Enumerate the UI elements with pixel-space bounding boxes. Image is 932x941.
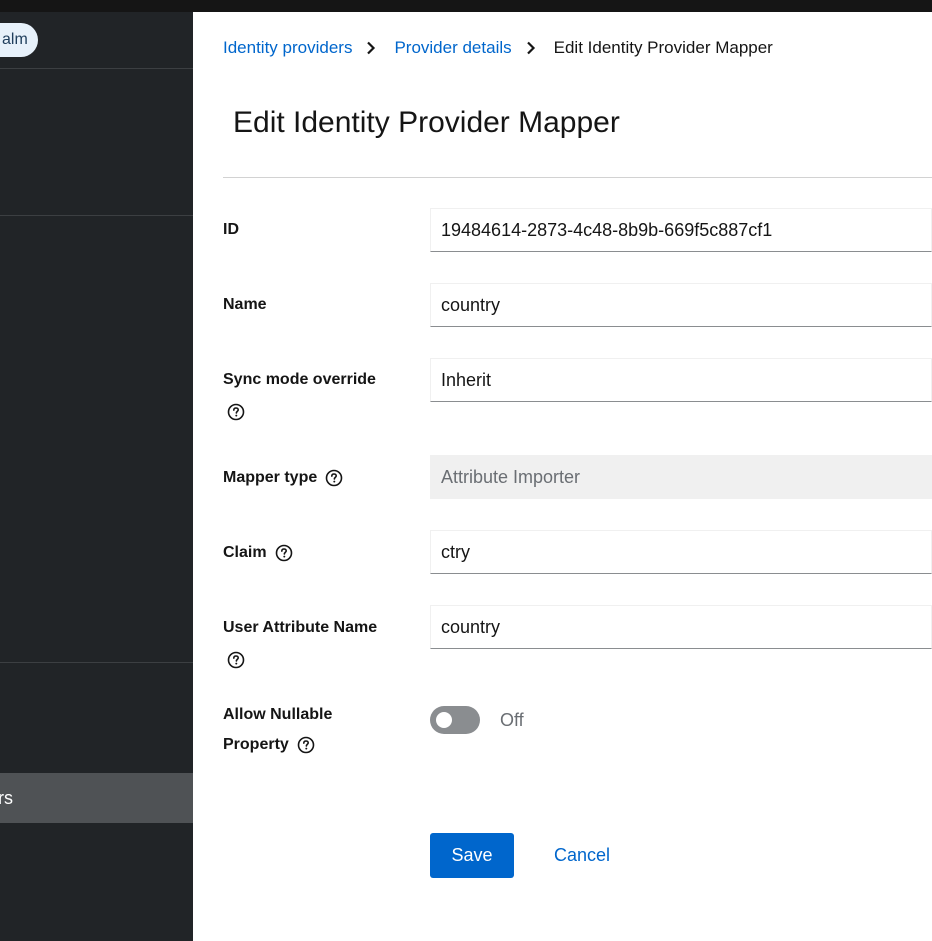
- page-title: Edit Identity Provider Mapper: [233, 106, 620, 139]
- help-icon[interactable]: [275, 544, 293, 562]
- sidebar-item-label: rs: [0, 788, 13, 808]
- allow-nullable-label-line2: Property: [223, 736, 289, 753]
- user-attribute-field[interactable]: [430, 605, 932, 649]
- breadcrumb-provider-details[interactable]: Provider details: [394, 38, 511, 58]
- id-field[interactable]: [430, 208, 932, 252]
- save-button[interactable]: Save: [430, 833, 514, 878]
- breadcrumb: Identity providers Provider details Edit…: [223, 38, 773, 58]
- allow-nullable-label: Allow Nullable: [223, 706, 333, 723]
- masthead-strip: [0, 0, 932, 12]
- sidebar-divider: [0, 662, 193, 663]
- help-icon[interactable]: [227, 651, 245, 669]
- breadcrumb-identity-providers[interactable]: Identity providers: [223, 38, 352, 58]
- sidebar-divider: [0, 68, 193, 69]
- mapper-type-field: Attribute Importer: [430, 455, 932, 499]
- user-attribute-label: User Attribute Name: [223, 619, 378, 636]
- chevron-right-icon: [526, 41, 538, 55]
- sidebar-divider: [0, 215, 193, 216]
- help-icon[interactable]: [325, 469, 343, 487]
- mapper-type-label-row: Mapper type: [223, 469, 343, 487]
- sync-mode-label: Sync mode override: [223, 371, 376, 388]
- claim-label-row: Claim: [223, 544, 293, 562]
- title-divider: [223, 177, 932, 178]
- main-content: Identity providers Provider details Edit…: [193, 12, 932, 941]
- toggle-state-text: Off: [500, 709, 524, 730]
- sync-mode-select[interactable]: Inherit: [430, 358, 932, 402]
- sidebar-item-identity-providers[interactable]: rs: [0, 773, 193, 823]
- allow-nullable-switch-row: Off: [430, 706, 524, 734]
- claim-field[interactable]: [430, 530, 932, 574]
- mapper-type-label: Mapper type: [223, 469, 318, 486]
- sidebar: alm rs: [0, 12, 193, 941]
- toggle-knob: [436, 712, 452, 728]
- breadcrumb-current: Edit Identity Provider Mapper: [553, 38, 773, 57]
- allow-nullable-label-row: Property: [223, 736, 315, 754]
- chevron-right-icon: [366, 41, 378, 55]
- allow-nullable-toggle[interactable]: [430, 706, 480, 734]
- name-field[interactable]: [430, 283, 932, 327]
- id-label: ID: [223, 221, 239, 238]
- help-icon[interactable]: [227, 403, 245, 421]
- name-label: Name: [223, 296, 267, 313]
- realm-selector[interactable]: alm: [0, 23, 38, 57]
- help-icon[interactable]: [297, 736, 315, 754]
- claim-label: Claim: [223, 544, 267, 561]
- cancel-button[interactable]: Cancel: [543, 833, 621, 878]
